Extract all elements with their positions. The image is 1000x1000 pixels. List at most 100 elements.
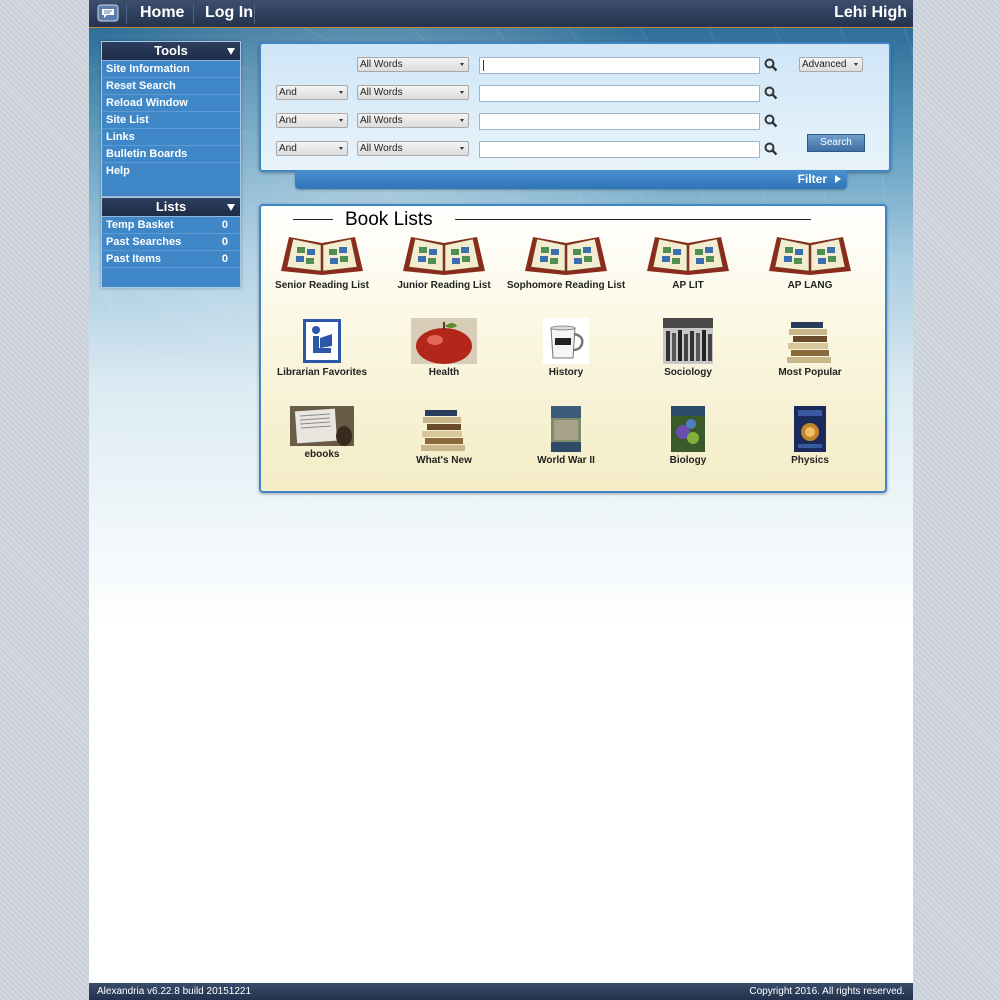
book-list-history[interactable]: History (505, 318, 627, 378)
book-list-label: Senior Reading List (275, 280, 369, 291)
field-select-3[interactable]: All Words (357, 113, 469, 128)
book-list-sophomore-reading-list[interactable]: Sophomore Reading List (505, 231, 627, 291)
open-book-icon (525, 237, 607, 275)
tools-item-links[interactable]: Links (102, 129, 240, 146)
lists-item-label: Past Searches (106, 236, 182, 248)
book-list-world-war-ii[interactable]: World War II (505, 406, 627, 466)
book-stack-icon (787, 322, 831, 363)
collapse-arrow-icon[interactable] (227, 204, 235, 211)
tools-item-bulletin-boards[interactable]: Bulletin Boards (102, 146, 240, 163)
book-list-sociology[interactable]: Sociology (627, 318, 749, 378)
tools-panel: Tools Site Information Reset Search Relo… (101, 41, 241, 197)
book-list-senior-reading-list[interactable]: Senior Reading List (261, 231, 383, 291)
filter-label: Filter (797, 172, 827, 186)
book-list-ap-lit[interactable]: AP LIT (627, 231, 749, 291)
dropdown-arrow-icon (460, 91, 464, 94)
lists-item-temp-basket[interactable]: Temp Basket 0 (102, 217, 240, 234)
book-list-librarian-favorites[interactable]: Librarian Favorites (261, 318, 383, 378)
search-input-3[interactable] (479, 113, 760, 130)
dropdown-arrow-icon (460, 147, 464, 150)
dropdown-arrow-icon (339, 91, 343, 94)
text-caret (483, 60, 484, 71)
field-select-2[interactable]: All Words (357, 85, 469, 100)
book-lists-title: Book Lists (345, 209, 433, 230)
book-stack-icon (421, 410, 465, 451)
book-list-label: World War II (537, 455, 595, 466)
field-select-value: All Words (360, 59, 403, 70)
tools-header[interactable]: Tools (102, 42, 240, 61)
operator-select-4[interactable]: And (276, 141, 348, 156)
magnifier-icon[interactable] (764, 114, 778, 128)
lists-item-past-items[interactable]: Past Items 0 (102, 251, 240, 268)
tools-item-site-list[interactable]: Site List (102, 112, 240, 129)
operator-select-value: And (279, 115, 297, 126)
book-list-health[interactable]: Health (383, 318, 505, 378)
field-select-4[interactable]: All Words (357, 141, 469, 156)
footer: Alexandria v6.22.8 build 20151221 Copyri… (89, 983, 913, 1000)
book-list-label: AP LANG (787, 280, 833, 291)
dropdown-arrow-icon (460, 119, 464, 122)
book-list-ap-lang[interactable]: AP LANG (749, 231, 871, 291)
book-list-label: Most Popular (778, 367, 842, 378)
book-list-label: What's New (416, 455, 472, 466)
book-list-label: Biology (669, 455, 707, 466)
book-list-label: ebooks (304, 449, 340, 460)
tools-item-site-information[interactable]: Site Information (102, 61, 240, 78)
library-reader-icon (303, 319, 341, 363)
book-list-ebooks[interactable]: ebooks (261, 406, 383, 460)
tools-item-help[interactable]: Help (102, 163, 240, 179)
magnifier-icon[interactable] (764, 142, 778, 156)
book-list-biology[interactable]: Biology (627, 406, 749, 466)
search-button[interactable]: Search (807, 134, 865, 152)
book-list-label: Sociology (664, 367, 712, 378)
advanced-select[interactable]: Advanced (799, 57, 863, 72)
chat-bubble-icon[interactable] (97, 4, 119, 22)
open-book-icon (281, 237, 363, 275)
tools-item-reload-window[interactable]: Reload Window (102, 95, 240, 112)
page: Home Log In Lehi High Tools Site Informa… (89, 0, 913, 1000)
login-link[interactable]: Log In (205, 4, 253, 22)
nav-divider (126, 3, 127, 24)
title-rule (293, 219, 333, 220)
physics-cover-icon (794, 406, 826, 452)
lists-header[interactable]: Lists (102, 198, 240, 217)
book-list-physics[interactable]: Physics (749, 406, 871, 466)
dropdown-arrow-icon (460, 63, 464, 66)
operator-select-2[interactable]: And (276, 85, 348, 100)
lists-item-past-searches[interactable]: Past Searches 0 (102, 234, 240, 251)
book-list-label: History (548, 367, 584, 378)
search-input-1[interactable] (479, 57, 760, 74)
open-book-icon (647, 237, 729, 275)
field-select-1[interactable]: All Words (357, 57, 469, 72)
count-badge: 0 (221, 219, 228, 231)
home-link[interactable]: Home (140, 4, 184, 22)
field-select-value: All Words (360, 115, 403, 126)
tools-item-reset-search[interactable]: Reset Search (102, 78, 240, 95)
open-book-icon (403, 237, 485, 275)
book-list-junior-reading-list[interactable]: Junior Reading List (383, 231, 505, 291)
top-navigation-bar: Home Log In Lehi High (89, 0, 913, 28)
collapse-arrow-icon[interactable] (227, 48, 235, 55)
operator-select-3[interactable]: And (276, 113, 348, 128)
book-list-label: Health (428, 367, 460, 378)
magnifier-icon[interactable] (764, 58, 778, 72)
mug-icon (543, 318, 589, 364)
book-list-label: Physics (791, 455, 829, 466)
search-input-2[interactable] (479, 85, 760, 102)
expand-arrow-icon (835, 175, 841, 183)
open-book-icon (769, 237, 851, 275)
search-input-4[interactable] (479, 141, 760, 158)
copyright-text: Copyright 2016. All rights reserved. (749, 986, 905, 997)
filter-toggle[interactable]: Filter (295, 170, 847, 189)
book-list-label: AP LIT (672, 280, 704, 291)
book-list-label: Junior Reading List (397, 280, 491, 291)
lists-item-label: Past Items (106, 253, 162, 265)
ereader-icon (290, 406, 354, 446)
dropdown-arrow-icon (339, 119, 343, 122)
lists-panel: Lists Temp Basket 0 Past Searches 0 Past… (101, 197, 241, 288)
book-list-most-popular[interactable]: Most Popular (749, 318, 871, 378)
magnifier-icon[interactable] (764, 86, 778, 100)
advanced-select-value: Advanced (802, 59, 847, 70)
book-lists-panel: Book Lists Senior Reading List Junior Re… (259, 204, 887, 493)
book-list-whats-new[interactable]: What's New (383, 406, 505, 466)
